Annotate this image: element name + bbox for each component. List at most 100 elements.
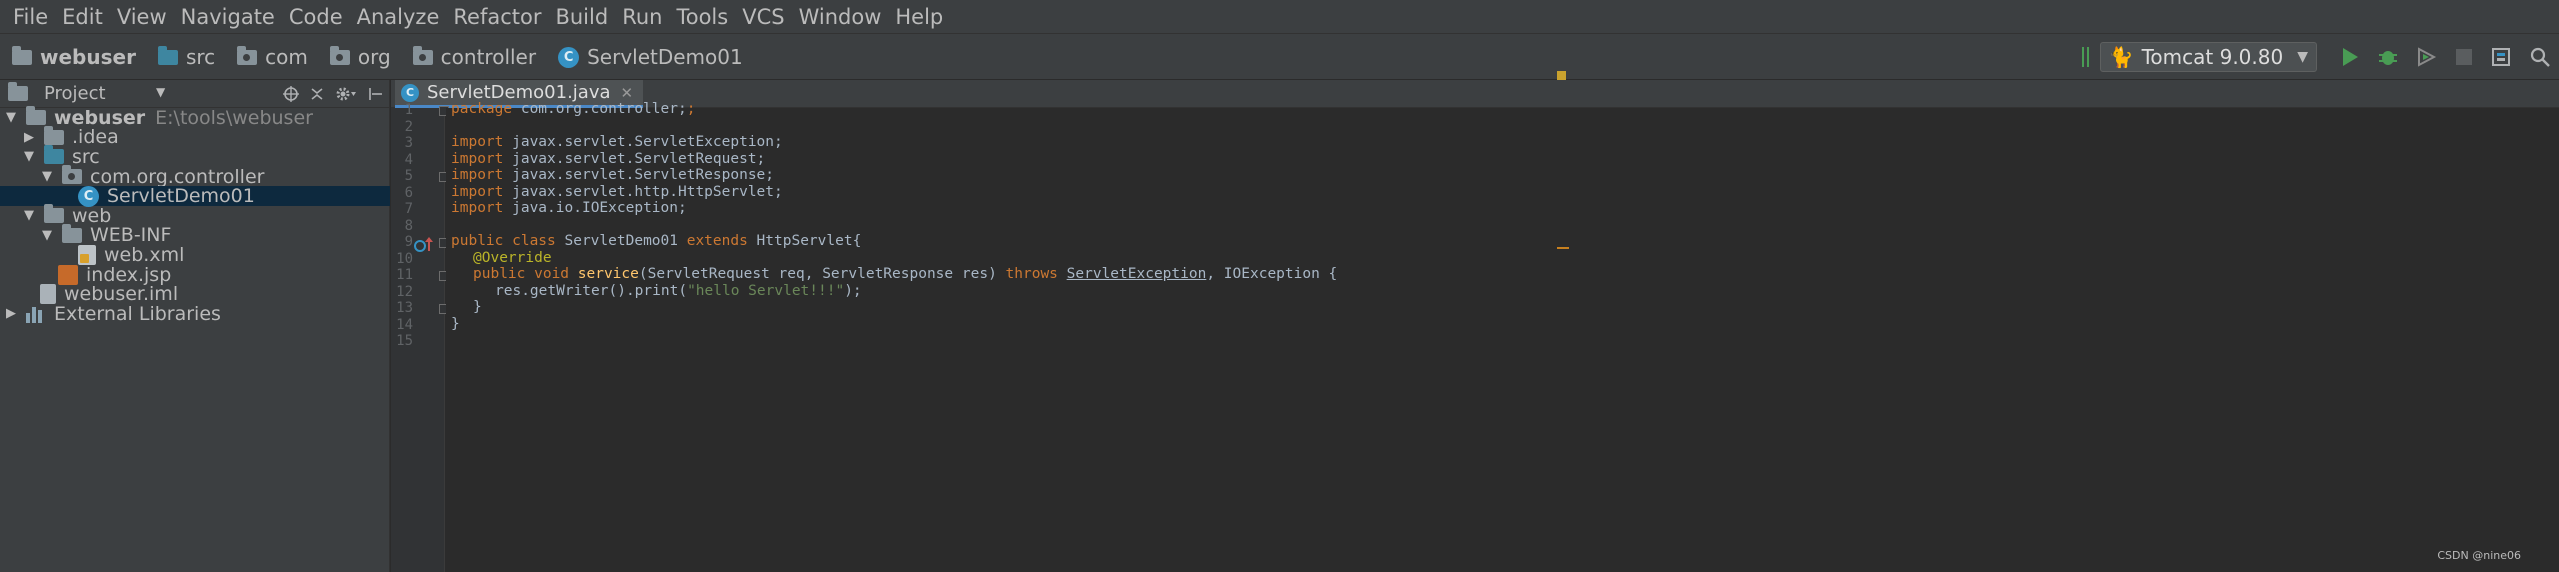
override-method-icon[interactable] xyxy=(413,236,435,254)
coverage-button[interactable] xyxy=(2407,34,2445,80)
menu-help[interactable]: Help xyxy=(888,0,950,34)
line-number: 2 xyxy=(404,118,413,135)
tree-item-web[interactable]: ▼ web xyxy=(0,204,390,227)
collapsed-arrow-icon[interactable]: ▶ xyxy=(2,306,20,321)
expanded-arrow-icon[interactable]: ▼ xyxy=(38,228,56,243)
menu-view[interactable]: View xyxy=(110,0,174,34)
error-stripe-marker[interactable] xyxy=(1557,247,1569,249)
expanded-arrow-icon[interactable]: ▼ xyxy=(2,110,20,125)
locate-file-icon[interactable] xyxy=(283,86,299,102)
tree-item-web-xml[interactable]: web.xml xyxy=(0,244,390,266)
run-icon xyxy=(2343,48,2358,66)
stop-button[interactable] xyxy=(2445,34,2483,80)
menu-vcs[interactable]: VCS xyxy=(735,0,791,34)
collapse-all-icon[interactable] xyxy=(309,86,325,102)
code-line-1: package com.org.controller;; xyxy=(451,101,695,117)
breadcrumb-servletdemo01[interactable]: C ServletDemo01 xyxy=(558,45,743,69)
code-token: javax.servlet.http.HttpServlet; xyxy=(503,183,783,200)
jsp-file-icon xyxy=(58,264,78,285)
run-configuration-select[interactable]: 🐈 Tomcat 9.0.80 ▼ xyxy=(2099,42,2317,72)
tab-label: ServletDemo01.java xyxy=(427,82,611,103)
chevron-down-icon[interactable]: ▼ xyxy=(156,85,165,99)
code-line-5: import javax.servlet.ServletResponse; xyxy=(451,167,774,183)
menu-analyze[interactable]: Analyze xyxy=(350,0,447,34)
tree-item-webuser-iml[interactable]: webuser.iml xyxy=(0,283,390,305)
menu-navigate[interactable]: Navigate xyxy=(174,0,282,34)
run-configuration-label: Tomcat 9.0.80 xyxy=(2141,45,2284,69)
line-number: 1 xyxy=(404,102,413,118)
close-icon[interactable]: ✕ xyxy=(621,84,634,102)
project-panel: Project ▼ ▼ webuser E:\tools\webuser ▶ .… xyxy=(0,80,390,572)
line-number: 12 xyxy=(396,283,413,300)
breadcrumb-controller[interactable]: controller xyxy=(412,45,536,69)
menu-file[interactable]: File xyxy=(6,0,55,34)
code-token: ; xyxy=(686,101,696,117)
project-structure-button[interactable] xyxy=(2483,34,2521,80)
code-token: ServletDemo01 xyxy=(555,233,687,249)
run-controls: 🐈 Tomcat 9.0.80 ▼ xyxy=(2081,34,2559,80)
tree-item-external-libraries[interactable]: ▶ External Libraries xyxy=(0,302,390,325)
project-panel-title[interactable]: Project xyxy=(44,83,106,104)
tree-item-servletdemo01[interactable]: C ServletDemo01 xyxy=(0,185,390,208)
watermark: CSDN @nine06 xyxy=(2437,549,2521,562)
search-everywhere-button[interactable] xyxy=(2521,34,2559,80)
menu-run[interactable]: Run xyxy=(615,0,669,34)
module-folder-icon xyxy=(26,106,46,126)
code-token: } xyxy=(473,299,482,315)
code-line-4: import javax.servlet.ServletRequest; xyxy=(451,151,765,167)
tree-item-web-inf[interactable]: ▼ WEB-INF xyxy=(0,223,390,246)
tree-item-label: ServletDemo01 xyxy=(107,185,255,208)
debug-icon xyxy=(2379,51,2397,65)
menu-code[interactable]: Code xyxy=(282,0,350,34)
web-folder-icon xyxy=(44,204,64,224)
breadcrumb-webuser[interactable]: webuser xyxy=(12,45,136,69)
search-icon xyxy=(2530,47,2550,67)
breadcrumb-com[interactable]: com xyxy=(237,45,308,69)
tree-item-webuser[interactable]: ▼ webuser E:\tools\webuser xyxy=(0,106,390,129)
gear-icon[interactable] xyxy=(335,86,357,102)
line-number: 6 xyxy=(404,184,413,201)
code-token: import xyxy=(451,167,504,183)
tree-item-src[interactable]: ▼ src xyxy=(0,145,390,168)
expanded-arrow-icon[interactable]: ▼ xyxy=(38,169,56,184)
tree-item-package[interactable]: ▼ com.org.controller xyxy=(0,165,390,188)
menu-build[interactable]: Build xyxy=(548,0,615,34)
breadcrumb-org[interactable]: org xyxy=(329,45,391,69)
code-token: , IOException { xyxy=(1206,266,1338,282)
breadcrumb-label: webuser xyxy=(40,45,136,69)
menu-window[interactable]: Window xyxy=(792,0,889,34)
warning-marker[interactable] xyxy=(1557,71,1566,80)
expanded-arrow-icon[interactable]: ▼ xyxy=(20,149,38,164)
stop-icon xyxy=(2456,49,2472,65)
run-button[interactable] xyxy=(2331,34,2369,80)
code-token: import xyxy=(451,183,504,200)
java-class-icon: C xyxy=(401,83,419,102)
menu-refactor[interactable]: Refactor xyxy=(446,0,548,34)
code-token: res.getWriter().print( xyxy=(495,282,688,299)
code-token: ServletException xyxy=(1066,266,1207,282)
tree-item-index-jsp[interactable]: index.jsp xyxy=(0,264,390,286)
package-icon xyxy=(412,45,433,65)
line-number: 4 xyxy=(404,151,413,168)
build-hammer-icon[interactable] xyxy=(2081,46,2092,68)
breadcrumb-label: org xyxy=(357,45,391,69)
menu-edit[interactable]: Edit xyxy=(55,0,110,34)
tree-item-idea[interactable]: ▶ .idea xyxy=(0,125,390,148)
line-number: 7 xyxy=(404,201,413,217)
code-editor[interactable]: package com.org.controller;; import java… xyxy=(446,101,2559,572)
navigation-bar: webuser src com org controller C Servlet… xyxy=(0,34,2559,80)
expanded-arrow-icon[interactable]: ▼ xyxy=(20,208,38,223)
debug-button[interactable] xyxy=(2369,34,2407,80)
collapsed-arrow-icon[interactable]: ▶ xyxy=(20,130,38,145)
project-view-icon xyxy=(8,82,28,101)
breadcrumb-src[interactable]: src xyxy=(157,45,215,69)
code-line-11: public void service(ServletRequest req, … xyxy=(473,266,1337,282)
library-icon xyxy=(26,305,46,323)
breadcrumb: webuser src com org controller C Servlet… xyxy=(12,34,765,80)
line-number: 8 xyxy=(404,217,413,234)
menu-tools[interactable]: Tools xyxy=(669,0,735,34)
line-number: 15 xyxy=(396,333,413,349)
tree-item-label: External Libraries xyxy=(54,302,221,325)
hide-panel-icon[interactable] xyxy=(367,86,383,102)
code-token: (ServletRequest req, ServletResponse res… xyxy=(638,266,1006,282)
